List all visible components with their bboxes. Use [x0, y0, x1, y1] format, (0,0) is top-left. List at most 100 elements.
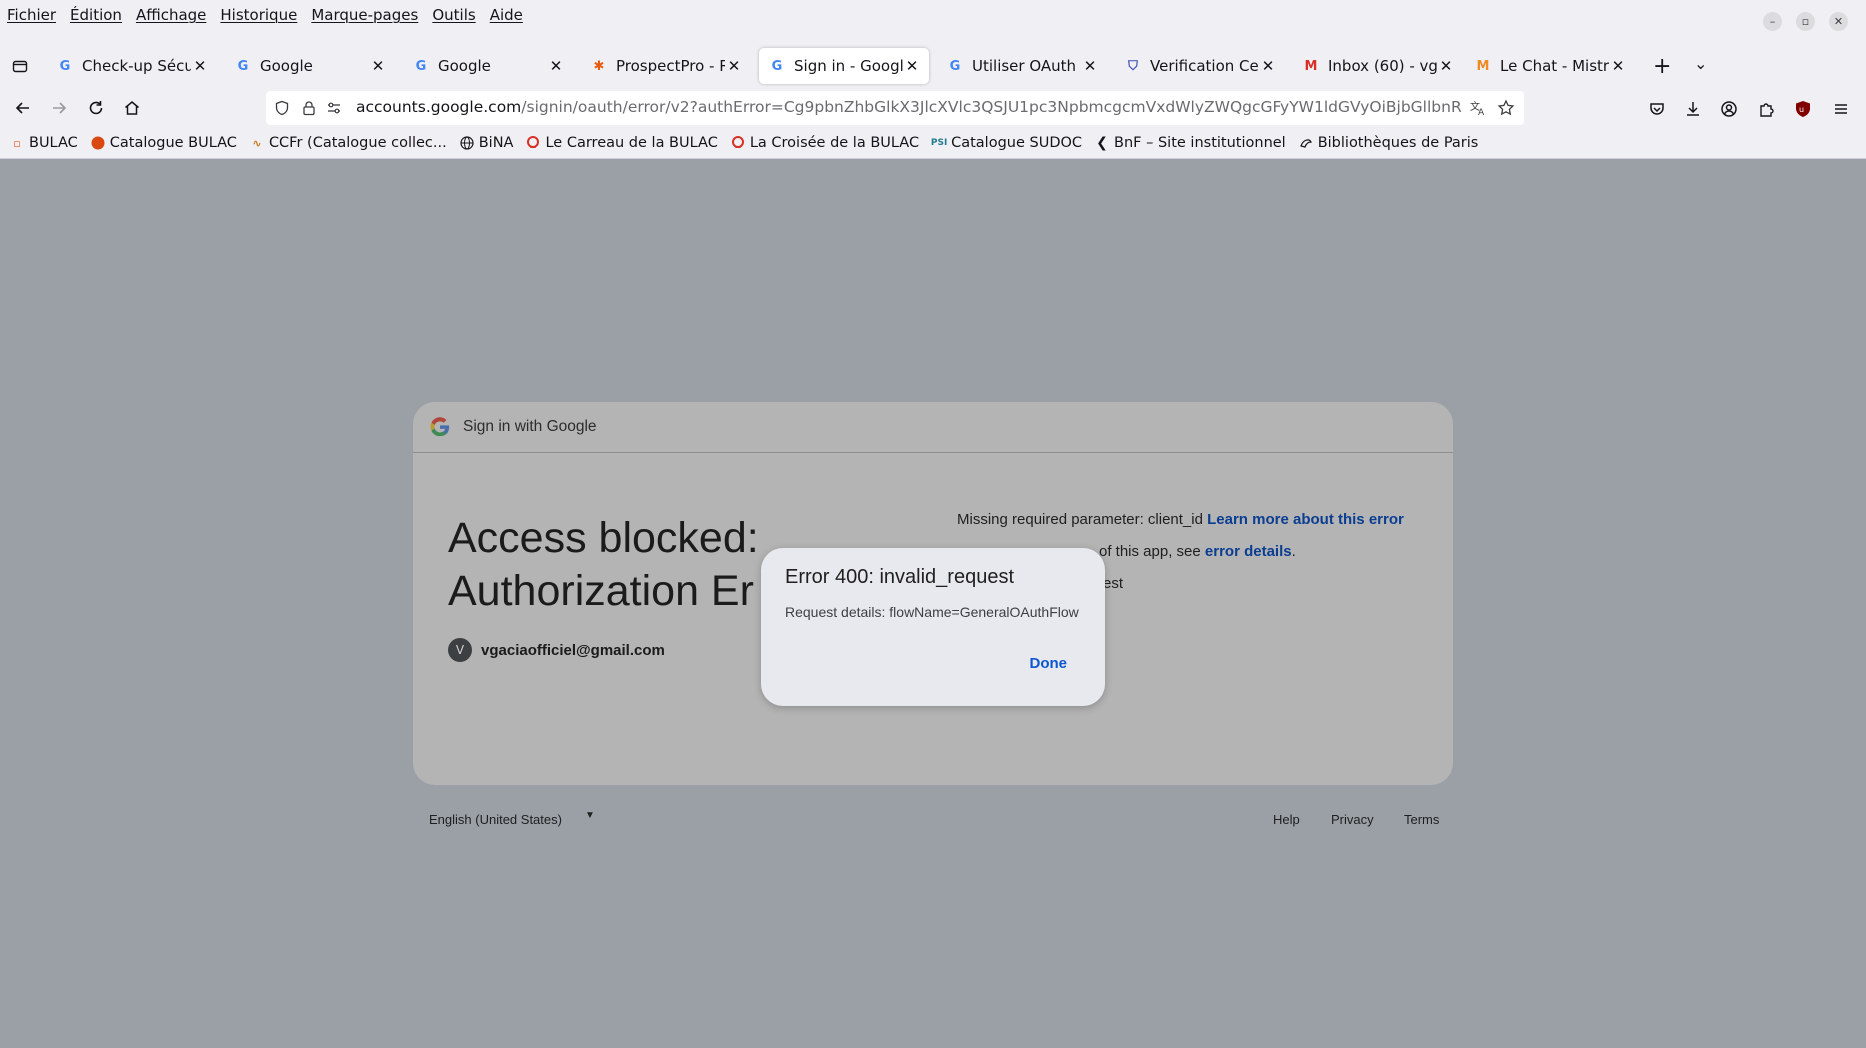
tab-google-2[interactable]: G Google ✕	[403, 48, 573, 84]
tracking-protection-icon[interactable]	[272, 98, 292, 118]
shield-icon: ⛉	[1128, 58, 1138, 74]
error-details-prefix: of this app, see	[1099, 543, 1201, 560]
bookmark-catalogue-sudoc[interactable]: PSI Catalogue SUDOC	[930, 135, 1082, 151]
account-email: vgaciaofficiel@gmail.com	[481, 641, 665, 659]
help-link[interactable]: Help	[1273, 812, 1300, 827]
menu-edition[interactable]: Édition	[70, 6, 122, 24]
card-header-title: Sign in with Google	[463, 418, 597, 435]
downloads-icon[interactable]	[1682, 98, 1704, 120]
close-window-button[interactable]: ✕	[1829, 12, 1848, 31]
language-selector[interactable]: English (United States)	[429, 812, 562, 827]
bookmark-ccfr[interactable]: ∿ CCFr (Catalogue collec...	[250, 135, 446, 151]
menu-marque-pages[interactable]: Marque-pages	[311, 6, 418, 24]
lock-icon[interactable]	[299, 98, 319, 118]
tab-list-button[interactable]	[10, 56, 30, 76]
tab-close-icon[interactable]: ✕	[903, 57, 921, 75]
google-icon: G	[771, 58, 783, 74]
tab-utiliser-oauth[interactable]: G Utiliser OAuth 2.0 ✕	[937, 48, 1107, 84]
tab-title: Google	[260, 57, 313, 75]
bookmark-label: BULAC	[29, 135, 78, 151]
error-details-link[interactable]: error details	[1205, 543, 1292, 560]
done-button[interactable]: Done	[1030, 655, 1068, 672]
window-controls: – ▫ ✕	[1763, 12, 1848, 31]
browser-chrome: Fichier Édition Affichage Historique Mar…	[0, 0, 1866, 159]
bookmark-catalogue-bulac[interactable]: Catalogue BULAC	[91, 135, 237, 151]
ublock-extension-icon[interactable]: u	[1792, 98, 1814, 120]
bookmark-star-icon[interactable]	[1496, 98, 1516, 118]
menu-outils[interactable]: Outils	[432, 6, 475, 24]
sudoc-icon: PSI	[930, 138, 948, 148]
tab-close-icon[interactable]: ✕	[1081, 57, 1099, 75]
bookmark-bnf[interactable]: ❮ BnF – Site institutionnel	[1095, 135, 1286, 151]
translate-icon[interactable]: 文A	[1468, 98, 1488, 118]
google-icon: G	[59, 58, 71, 74]
tab-close-icon[interactable]: ✕	[369, 57, 387, 75]
tab-google-1[interactable]: G Google ✕	[225, 48, 395, 84]
tab-title: Le Chat - Mistral AI	[1500, 57, 1609, 75]
account-chip[interactable]: V vgaciaofficiel@gmail.com	[448, 638, 665, 662]
tab-close-icon[interactable]: ✕	[725, 57, 743, 75]
bookmark-label: La Croisée de la BULAC	[749, 135, 920, 151]
tab-le-chat[interactable]: M Le Chat - Mistral AI ✕	[1465, 48, 1635, 84]
menu-historique[interactable]: Historique	[220, 6, 297, 24]
menu-fichier[interactable]: Fichier	[7, 6, 56, 24]
url-host: accounts.google.com	[356, 98, 522, 116]
bookmark-bibliotheques-paris[interactable]: Bibliothèques de Paris	[1299, 135, 1479, 151]
reload-button[interactable]	[84, 96, 108, 120]
tab-title: Sign in - Google Ac	[794, 57, 903, 75]
tab-sign-in-google[interactable]: G Sign in - Google Ac ✕	[759, 48, 929, 84]
bulac-icon: ▫	[13, 136, 21, 150]
bibliotheques-paris-icon	[1299, 136, 1313, 150]
tab-prospectpro[interactable]: ✱ ProspectPro - Repl ✕	[581, 48, 751, 84]
mistral-icon: M	[1476, 58, 1490, 74]
new-tab-button[interactable]: +	[1653, 54, 1671, 79]
bookmark-label: BnF – Site institutionnel	[1114, 135, 1286, 151]
pocket-icon[interactable]	[1646, 98, 1668, 120]
terms-link[interactable]: Terms	[1404, 812, 1439, 827]
home-button[interactable]	[120, 96, 144, 120]
url-path: /signin/oauth/error/v2?authError=Cg9pbnZ…	[521, 98, 1461, 116]
forward-button[interactable]	[47, 96, 71, 120]
card-header: Sign in with Google	[413, 402, 1453, 453]
menubar: Fichier Édition Affichage Historique Mar…	[0, 0, 1866, 30]
close-icon: ✕	[1833, 15, 1844, 28]
bookmark-bina[interactable]: BiNA	[460, 135, 513, 151]
url-text[interactable]: accounts.google.com/signin/oauth/error/v…	[356, 98, 1461, 116]
menu-affichage[interactable]: Affichage	[136, 6, 206, 24]
learn-more-link[interactable]: Learn more about this error	[1207, 511, 1404, 528]
tab-title: Inbox (60) - vgacia	[1328, 57, 1437, 75]
hamburger-menu-icon[interactable]	[1830, 98, 1852, 120]
permissions-icon[interactable]	[324, 98, 344, 118]
extensions-icon[interactable]	[1755, 98, 1777, 120]
bookmark-carreau-bulac[interactable]: Le Carreau de la BULAC	[526, 135, 718, 151]
restore-icon: ▫	[1801, 15, 1810, 28]
tab-title: Check-up Sécurité	[82, 57, 191, 75]
partial-text-line: est	[1103, 575, 1123, 592]
globe-icon	[460, 136, 474, 150]
tab-close-icon[interactable]: ✕	[1437, 57, 1455, 75]
avatar: V	[448, 638, 472, 662]
minimize-button[interactable]: –	[1763, 12, 1782, 31]
minimize-icon: –	[1769, 15, 1776, 28]
menu-aide[interactable]: Aide	[490, 6, 523, 24]
tab-inbox[interactable]: M Inbox (60) - vgacia ✕	[1293, 48, 1463, 84]
bookmark-bulac[interactable]: ▫ BULAC	[10, 135, 78, 151]
bookmarks-toolbar: ▫ BULAC Catalogue BULAC ∿ CCFr (Catalogue …	[0, 130, 1866, 156]
url-bar[interactable]: accounts.google.com/signin/oauth/error/v…	[266, 91, 1524, 125]
tab-close-icon[interactable]: ✕	[1609, 57, 1627, 75]
tab-checkup-securite[interactable]: G Check-up Sécurité ✕	[47, 48, 217, 84]
caret-down-icon[interactable]: ▼	[585, 810, 595, 821]
tab-close-icon[interactable]: ✕	[1259, 57, 1277, 75]
account-icon[interactable]	[1718, 98, 1740, 120]
dialog-body: Request details: flowName=GeneralOAuthFl…	[785, 604, 1079, 620]
back-button[interactable]	[11, 96, 35, 120]
restore-button[interactable]: ▫	[1796, 12, 1815, 31]
tab-close-icon[interactable]: ✕	[547, 57, 565, 75]
bookmark-label: Bibliothèques de Paris	[1317, 135, 1479, 151]
bookmark-croisee-bulac[interactable]: La Croisée de la BULAC	[731, 135, 919, 151]
bnf-icon: ❮	[1096, 135, 1108, 151]
privacy-link[interactable]: Privacy	[1331, 812, 1374, 827]
tab-verification-center[interactable]: ⛉ Verification Cente ✕	[1115, 48, 1285, 84]
chevron-down-icon[interactable]: ⌄	[1694, 54, 1707, 73]
tab-close-icon[interactable]: ✕	[191, 57, 209, 75]
